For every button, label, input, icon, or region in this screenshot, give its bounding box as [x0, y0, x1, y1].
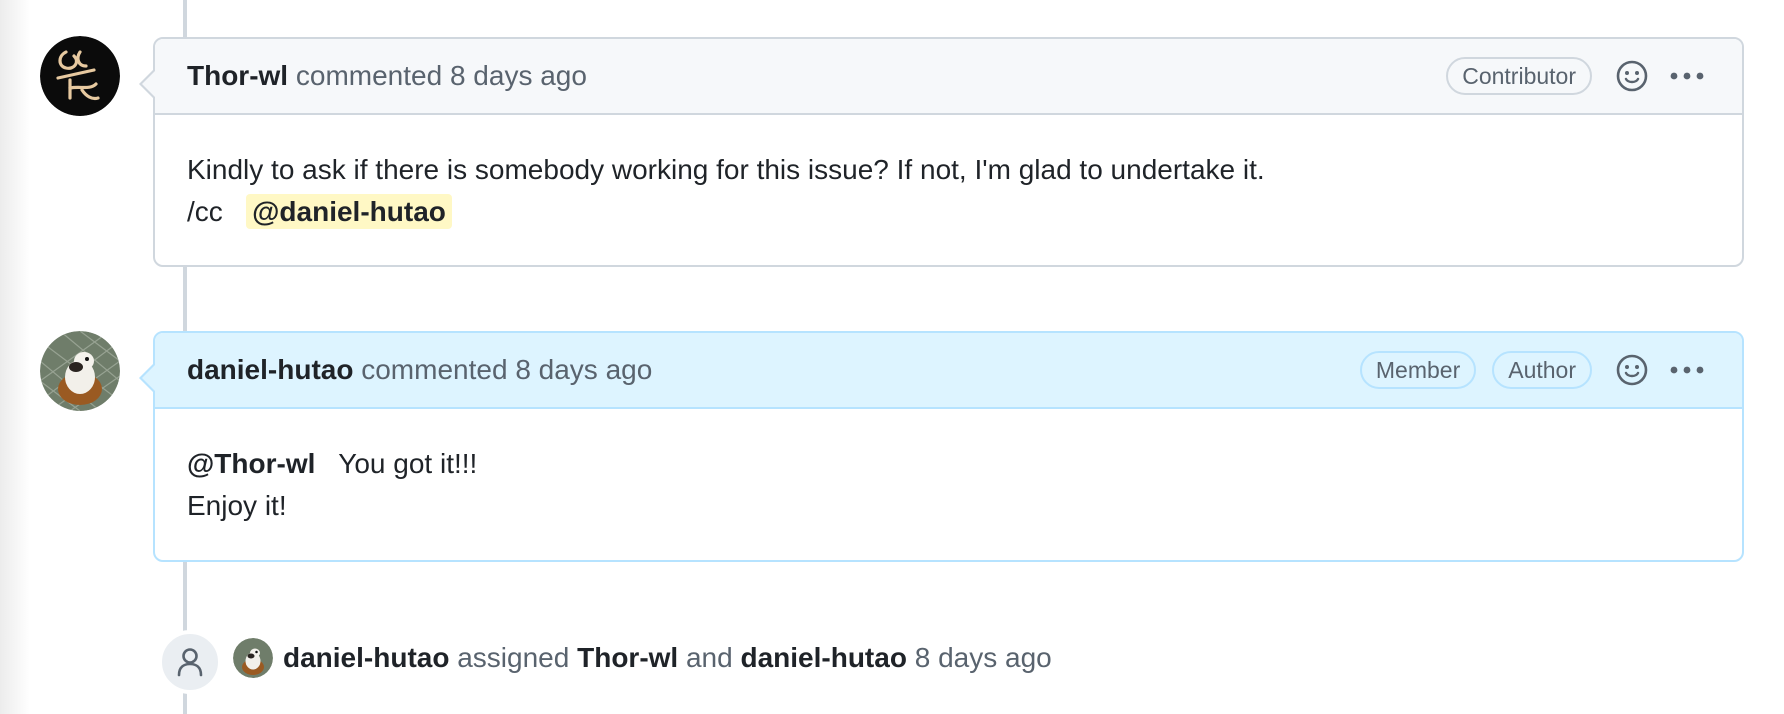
person-icon: [177, 648, 203, 677]
assigned-event-badge: [158, 630, 222, 694]
comment-pointer: [139, 362, 156, 394]
comment-daniel-hutao: daniel-hutao commented 8 days ago Member…: [139, 331, 1744, 562]
comment-body: Kindly to ask if there is somebody worki…: [155, 115, 1742, 263]
event-conjunction: and: [685, 642, 733, 673]
comment-author[interactable]: Thor-wl: [187, 60, 288, 92]
author-badge: Author: [1492, 351, 1592, 389]
more-actions-button[interactable]: [1668, 58, 1706, 94]
member-badge: Member: [1359, 351, 1477, 389]
event-verb: assigned: [457, 642, 570, 673]
cc-prefix: /cc: [187, 196, 223, 227]
comment-thor-wl: Thor-wl commented 8 days ago Contributor…: [139, 37, 1744, 267]
comment-header: daniel-hutao commented 8 days ago Member…: [155, 333, 1742, 409]
event-actor[interactable]: daniel-hutao: [283, 642, 449, 674]
thor-wl-avatar-icon: [40, 36, 120, 116]
comment-action: commented: [361, 354, 508, 385]
mention-link[interactable]: @Thor-wl: [187, 448, 315, 479]
actor-avatar[interactable]: [233, 638, 273, 678]
comment-pointer: [139, 68, 156, 100]
avatar-daniel-hutao[interactable]: [40, 331, 120, 411]
comment-body: @Thor-wl You got it!!! Enjoy it!: [155, 409, 1742, 557]
assigned-event: daniel-hutao assigned Thor-wl and daniel…: [233, 636, 1052, 680]
kebab-horizontal-icon: [1670, 366, 1704, 374]
comment-body-line: Enjoy it!: [187, 490, 287, 521]
comment-text: You got it!!!: [338, 448, 478, 479]
event-assignee[interactable]: daniel-hutao: [740, 642, 906, 674]
event-assignee[interactable]: Thor-wl: [577, 642, 678, 674]
event-timestamp[interactable]: 8 days ago: [915, 642, 1052, 674]
comment-body-line: @Thor-wl You got it!!!: [187, 443, 1710, 485]
mention-link[interactable]: @daniel-hutao: [246, 194, 452, 229]
comment-header: Thor-wl commented 8 days ago Contributor: [155, 39, 1742, 115]
smiley-icon: [1616, 354, 1648, 386]
comment-action: commented: [295, 60, 443, 91]
kebab-horizontal-icon: [1670, 72, 1704, 80]
smiley-icon: [1616, 60, 1648, 92]
left-edge-shade: [0, 0, 30, 714]
daniel-hutao-avatar-icon: [233, 638, 273, 678]
add-reaction-button[interactable]: [1614, 58, 1650, 94]
comment-author[interactable]: daniel-hutao: [187, 354, 353, 386]
daniel-hutao-avatar-icon: [40, 331, 120, 411]
comment-body-line: /cc @daniel-hutao: [187, 191, 1710, 233]
contributor-badge: Contributor: [1446, 57, 1592, 95]
comment-timestamp[interactable]: 8 days ago: [450, 60, 587, 92]
comment-timestamp[interactable]: 8 days ago: [515, 354, 652, 386]
more-actions-button[interactable]: [1668, 352, 1706, 388]
add-reaction-button[interactable]: [1614, 352, 1650, 388]
avatar-thor-wl[interactable]: [40, 36, 120, 116]
comment-body-line: Kindly to ask if there is somebody worki…: [187, 154, 1265, 185]
